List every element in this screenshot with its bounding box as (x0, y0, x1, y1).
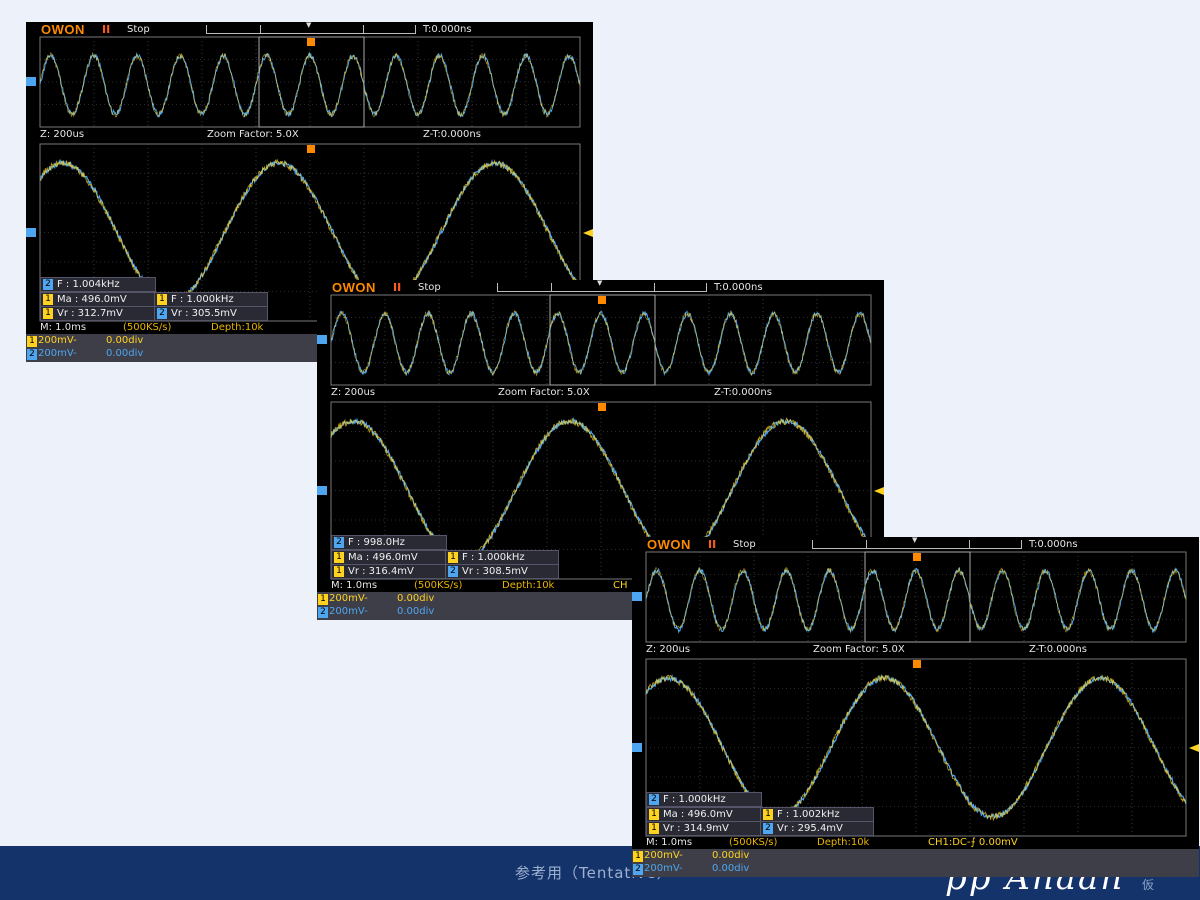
measurement-ch1-vrms: 1 Vr : 314.9mV (646, 821, 762, 836)
ch1-offset: 0.00div (712, 850, 750, 861)
ch1-volts-div: 200mV- (329, 593, 368, 604)
measurement-ch1-vrms: 1 Vr : 312.7mV (40, 306, 156, 321)
corner-mark: 仮 (1142, 878, 1155, 892)
graticule (39, 36, 581, 128)
measurement-ch2-frequency: 2 F : 1.000kHz (646, 792, 762, 807)
ch1-badge: 1 (157, 294, 167, 305)
graticule (330, 294, 872, 386)
trigger-marker-icon (307, 38, 315, 46)
ch2-ground-marker-icon (632, 743, 642, 752)
oscilloscope-screen-3: OWON II Stop ▼ T:0.000ns Z: 200us Zoom F… (632, 537, 1199, 877)
measurement-value: Vr : 308.5mV (462, 566, 528, 577)
ch2-ground-marker-icon (632, 592, 642, 601)
ch2-ground-marker-icon (317, 486, 327, 495)
channel-panel: 1 200mV- 0.00div 2 200mV- 0.00div (632, 849, 1199, 877)
main-timebase: M: 1.0ms (646, 837, 693, 848)
main-timebase: M: 1.0ms (40, 322, 87, 333)
ch1-badge: 1 (649, 823, 659, 834)
trigger-level-arrow-icon (874, 487, 884, 495)
measurement-value: F : 998.0Hz (348, 537, 405, 548)
ch1-badge: 1 (334, 566, 344, 577)
ch1-volts-div: 200mV- (38, 335, 77, 346)
measurement-value: F : 1.000kHz (462, 552, 525, 563)
measurement-ch2-vrms: 2 Vr : 295.4mV (760, 821, 874, 836)
ch1-badge: 1 (649, 809, 659, 820)
ch2-volts-div: 200mV- (38, 348, 77, 359)
ch2-badge: 2 (649, 794, 659, 805)
measurement-value: F : 1.000kHz (171, 294, 234, 305)
ch1-badge: 1 (763, 809, 773, 820)
main-timebase: M: 1.0ms (331, 580, 378, 591)
trigger-marker-icon (913, 660, 921, 668)
measurement-value: F : 1.000kHz (663, 794, 726, 805)
memory-depth: Depth:10k (502, 580, 555, 591)
sample-rate: (500KS/s) (729, 837, 778, 848)
measurement-value: Ma : 496.0mV (348, 552, 418, 563)
measurement-value: Ma : 496.0mV (663, 809, 733, 820)
ch2-offset: 0.00div (712, 863, 750, 874)
ch2-ground-marker-icon (26, 77, 36, 86)
ch1-offset: 0.00div (106, 335, 144, 346)
sample-rate: (500KS/s) (414, 580, 463, 591)
trigger-level-arrow-icon (1189, 744, 1199, 752)
measurement-ch1-frequency: 1 F : 1.000kHz (154, 292, 268, 307)
ch1-badge: 1 (334, 552, 344, 563)
memory-depth: Depth:10k (211, 322, 264, 333)
ch1-offset: 0.00div (397, 593, 435, 604)
trigger-marker-icon (598, 403, 606, 411)
measurement-value: Vr : 305.5mV (171, 308, 237, 319)
ch1-badge: 1 (43, 294, 53, 305)
ch2-badge: 2 (157, 308, 167, 319)
measurement-value: Vr : 295.4mV (777, 823, 843, 834)
measurement-ch1-vrms: 1 Vr : 316.4mV (331, 564, 447, 579)
ch1-badge: 1 (43, 308, 53, 319)
measurement-value: Vr : 316.4mV (348, 566, 414, 577)
ch2-badge: 2 (334, 537, 344, 548)
ch1-volts-div: 200mV- (644, 850, 683, 861)
ch2-offset: 0.00div (106, 348, 144, 359)
ch1-badge: 1 (27, 336, 37, 347)
ch2-volts-div: 200mV- (329, 606, 368, 617)
measurement-ch1-amplitude: 1 Ma : 496.0mV (646, 807, 762, 822)
ch2-volts-div: 200mV- (644, 863, 683, 874)
graticule (645, 551, 1187, 643)
trigger-marker-icon (913, 553, 921, 561)
ch2-ground-marker-icon (26, 228, 36, 237)
ch1-badge: 1 (448, 552, 458, 563)
ch2-badge: 2 (27, 349, 37, 360)
sample-rate: (500KS/s) (123, 322, 172, 333)
ch1-badge: 1 (318, 594, 328, 605)
measurement-ch2-vrms: 2 Vr : 305.5mV (154, 306, 268, 321)
trigger-marker-icon (598, 296, 606, 304)
ch2-ground-marker-icon (317, 335, 327, 344)
ch2-badge: 2 (318, 607, 328, 618)
measurement-value: F : 1.004kHz (57, 279, 120, 290)
ch2-badge: 2 (633, 864, 643, 875)
acquisition-bar: M: 1.0ms (500KS/s) Depth:10k CH1:DC-⨍ 0.… (632, 837, 1199, 849)
measurement-value: F : 1.002kHz (777, 809, 840, 820)
channel-2-row: 2 200mV- 0.00div (632, 863, 1199, 876)
trigger-level-arrow-icon (583, 229, 593, 237)
measurement-ch1-frequency: 1 F : 1.002kHz (760, 807, 874, 822)
measurement-value: Ma : 496.0mV (57, 294, 127, 305)
ch2-offset: 0.00div (397, 606, 435, 617)
trigger-setting: CH (613, 580, 628, 591)
measurement-ch1-amplitude: 1 Ma : 496.0mV (40, 292, 156, 307)
measurement-ch2-frequency: 2 F : 998.0Hz (331, 535, 447, 550)
ch2-badge: 2 (448, 566, 458, 577)
ch2-badge: 2 (43, 279, 53, 290)
measurement-ch1-amplitude: 1 Ma : 496.0mV (331, 550, 447, 565)
trigger-setting: CH1:DC-⨍ 0.00mV (928, 837, 1018, 848)
measurement-ch1-frequency: 1 F : 1.000kHz (445, 550, 559, 565)
ch2-badge: 2 (763, 823, 773, 834)
measurement-ch2-vrms: 2 Vr : 308.5mV (445, 564, 559, 579)
trigger-marker-icon (307, 145, 315, 153)
measurement-value: Vr : 314.9mV (663, 823, 729, 834)
measurement-value: Vr : 312.7mV (57, 308, 123, 319)
ch1-badge: 1 (633, 851, 643, 862)
measurement-ch2-frequency: 2 F : 1.004kHz (40, 277, 156, 292)
memory-depth: Depth:10k (817, 837, 870, 848)
channel-1-row: 1 200mV- 0.00div (632, 850, 1199, 863)
